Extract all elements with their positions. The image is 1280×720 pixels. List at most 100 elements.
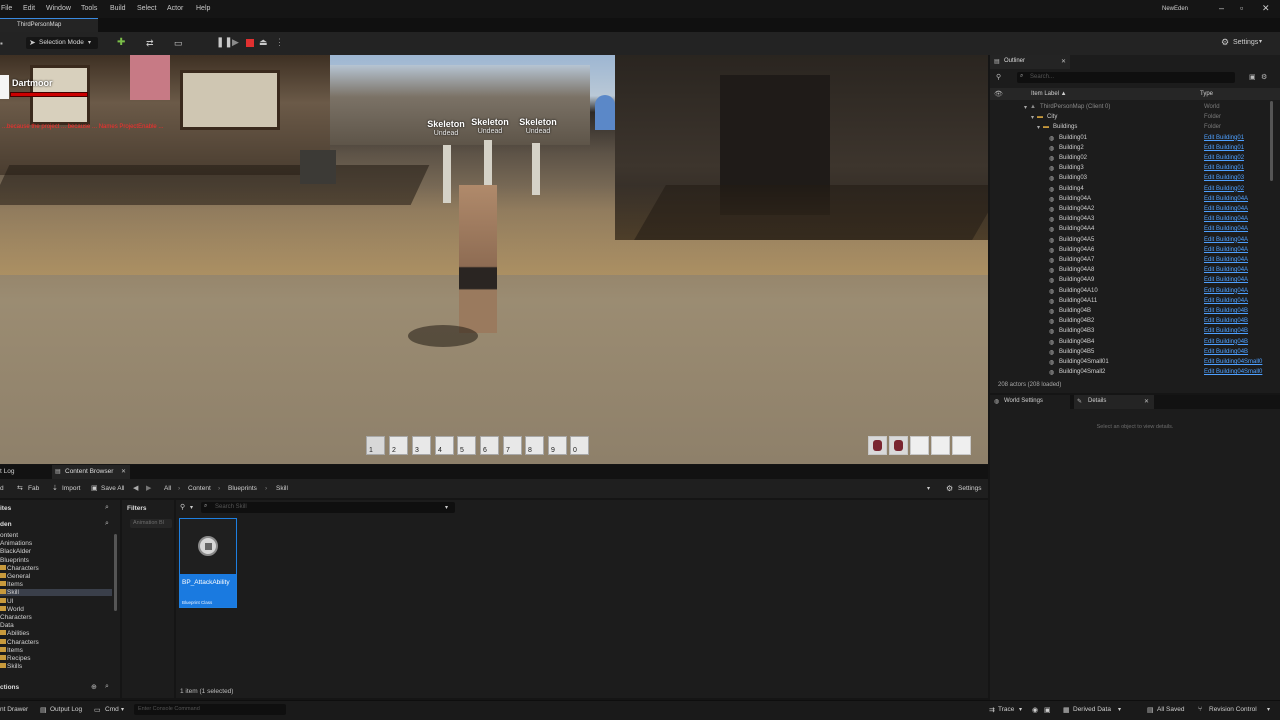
minimize-icon[interactable]: – xyxy=(1219,3,1224,13)
settings-button[interactable]: Settings xyxy=(1233,39,1258,46)
outliner-row[interactable]: ◍ Building04B4 Edit Building04B xyxy=(990,338,1270,348)
edit-building-link[interactable]: Edit Building04Small0 xyxy=(1204,359,1262,365)
favorites-header[interactable]: ites xyxy=(0,505,11,512)
outliner-row[interactable]: ◍ Building04B Edit Building04B xyxy=(990,307,1270,317)
history-back-icon[interactable]: ◀ xyxy=(133,484,138,492)
outliner-row[interactable]: ◍ Building04A6 Edit Building04A xyxy=(990,246,1270,256)
outliner-row[interactable]: ◍ Building3 Edit Building01 xyxy=(990,164,1270,174)
tree-item[interactable]: UI xyxy=(0,597,112,605)
cinematics-icon[interactable]: ▭ xyxy=(174,38,183,49)
edit-building-link[interactable]: Edit Building01 xyxy=(1204,145,1244,151)
add-collection-icon[interactable]: ⊕ xyxy=(91,683,97,691)
tree-item[interactable]: Recipes xyxy=(0,655,112,662)
edit-building-link[interactable]: Edit Building04A xyxy=(1204,206,1248,212)
outliner-row[interactable]: ◍ Building04A10 Edit Building04A xyxy=(990,287,1270,297)
collections-header[interactable]: ctions xyxy=(0,684,19,691)
outliner-row[interactable]: ◍ Building04A9 Edit Building04A xyxy=(990,276,1270,286)
outliner-row[interactable]: ◍ Building01 Edit Building01 xyxy=(990,134,1270,144)
outliner-row[interactable]: ▾ ▬ Buildings Folder xyxy=(990,123,1270,133)
tab-level[interactable]: ThirdPersonMap xyxy=(0,18,98,32)
tree-item[interactable]: Characters xyxy=(0,564,112,572)
ability-slot[interactable] xyxy=(889,436,908,455)
tree-item[interactable]: Items xyxy=(0,581,112,588)
menu-actor[interactable]: Actor xyxy=(167,5,183,12)
ability-slot[interactable] xyxy=(910,436,929,455)
outliner-row[interactable]: ◍ Building04A2 Edit Building04A xyxy=(990,205,1270,215)
cmd-dropdown[interactable]: Cmd xyxy=(105,706,119,713)
edit-building-link[interactable]: Edit Building04B xyxy=(1204,308,1248,314)
menu-help[interactable]: Help xyxy=(196,5,210,12)
outliner-row[interactable]: ◍ Building04A11 Edit Building04A xyxy=(990,297,1270,307)
fab-button[interactable]: Fab xyxy=(28,485,39,492)
hotbar-slot-1[interactable]: 1 xyxy=(366,436,385,455)
breadcrumb-skill[interactable]: Skill xyxy=(276,485,288,492)
filter-icon[interactable]: ⚲ xyxy=(180,503,185,511)
outliner-row[interactable]: ◍ Building04B5 Edit Building04B xyxy=(990,348,1270,358)
selection-mode-dropdown[interactable]: ➤ Selection Mode ▾ xyxy=(26,37,98,49)
outliner-row[interactable]: ◍ Building04A Edit Building04A xyxy=(990,195,1270,205)
edit-building-link[interactable]: Edit Building04A xyxy=(1204,298,1248,304)
menu-select[interactable]: Select xyxy=(137,5,156,12)
tree-scrollbar[interactable] xyxy=(114,534,117,611)
hotbar-slot-8[interactable]: 8 xyxy=(525,436,544,455)
pause-icon[interactable]: ❚❚ xyxy=(216,37,233,48)
breadcrumb-content[interactable]: Content xyxy=(188,485,211,492)
hotbar-slot-4[interactable]: 4 xyxy=(435,436,454,455)
edit-building-link[interactable]: Edit Building03 xyxy=(1204,175,1244,181)
chevron-down-icon[interactable]: ▾ xyxy=(1267,706,1270,713)
outliner-row[interactable]: ◍ Building4 Edit Building02 xyxy=(990,185,1270,195)
tree-item[interactable]: General xyxy=(0,573,112,580)
chevron-down-icon[interactable]: ▾ xyxy=(121,706,124,713)
hotbar-slot-3[interactable]: 3 xyxy=(412,436,431,455)
search-icon[interactable]: ⌕ xyxy=(105,520,109,528)
edit-building-link[interactable]: Edit Building02 xyxy=(1204,155,1244,161)
history-forward-icon[interactable]: ▶ xyxy=(146,484,151,492)
edit-building-link[interactable]: Edit Building04Small0 xyxy=(1204,369,1262,375)
hotbar-slot-6[interactable]: 6 xyxy=(480,436,499,455)
edit-building-link[interactable]: Edit Building04A xyxy=(1204,226,1248,232)
save-icon[interactable]: ▪ xyxy=(0,39,3,48)
settings-gear-icon[interactable]: ⚙ xyxy=(1261,73,1267,81)
edit-building-link[interactable]: Edit Building04B xyxy=(1204,349,1248,355)
hotbar-slot-9[interactable]: 9 xyxy=(548,436,567,455)
cb-settings-button[interactable]: Settings xyxy=(958,485,982,492)
close-icon[interactable]: ✕ xyxy=(1144,398,1149,405)
stop-icon[interactable] xyxy=(246,39,254,47)
breadcrumb-all[interactable]: All xyxy=(164,485,171,492)
project-header[interactable]: den xyxy=(0,521,12,528)
game-viewport[interactable]: Skeleton Undead Skeleton Undead Skeleton… xyxy=(0,55,988,464)
chevron-down-icon[interactable]: ▾ xyxy=(1019,706,1022,713)
trace-button[interactable]: Trace xyxy=(998,706,1014,713)
camera-icon[interactable]: ▣ xyxy=(1044,706,1051,714)
tab-details[interactable]: ✎ Details ✕ xyxy=(1074,395,1154,409)
outliner-row[interactable]: ▾ ▬ City Folder xyxy=(990,113,1270,123)
skeleton-character[interactable] xyxy=(443,145,451,203)
hotbar-slot-2[interactable]: 2 xyxy=(389,436,408,455)
menu-window[interactable]: Window xyxy=(46,5,71,12)
outliner-row[interactable]: ◍ Building04A4 Edit Building04A xyxy=(990,225,1270,235)
breadcrumb-blueprints[interactable]: Blueprints xyxy=(228,485,257,492)
asset-tile[interactable]: BP_AttackAbility Blueprint Class xyxy=(179,518,237,608)
outliner-row[interactable]: ◍ Building02 Edit Building02 xyxy=(990,154,1270,164)
outliner-row[interactable]: ◍ Building04A3 Edit Building04A xyxy=(990,215,1270,225)
all-saved-button[interactable]: All Saved xyxy=(1157,706,1184,713)
player-character[interactable] xyxy=(459,185,497,333)
settings-gear-icon[interactable]: ⚙ xyxy=(1221,37,1229,48)
eject-icon[interactable]: ⏏ xyxy=(259,37,268,48)
tree-item[interactable]: ontent xyxy=(0,532,112,539)
tree-item[interactable]: Animations xyxy=(0,540,112,547)
outliner-row[interactable]: ◍ Building03 Edit Building03 xyxy=(990,174,1270,184)
edit-building-link[interactable]: Edit Building04A xyxy=(1204,277,1248,283)
outliner-row[interactable]: ▾ ▲ ThirdPersonMap (Client 0) World xyxy=(990,103,1270,113)
expand-arrow-icon[interactable]: ▾ xyxy=(1037,124,1040,131)
expand-arrow-icon[interactable]: ▾ xyxy=(1024,104,1027,111)
tree-item[interactable]: Data xyxy=(0,622,112,629)
search-icon[interactable]: ⌕ xyxy=(105,683,109,691)
close-icon[interactable]: ✕ xyxy=(121,468,126,475)
chevron-down-icon[interactable]: ▾ xyxy=(927,485,930,492)
import-button[interactable]: Import xyxy=(62,485,80,492)
edit-building-link[interactable]: Edit Building04B xyxy=(1204,339,1248,345)
revision-control-button[interactable]: Revision Control xyxy=(1209,706,1257,713)
search-icon[interactable]: ⌕ xyxy=(105,504,109,512)
outliner-row[interactable]: ◍ Building04B2 Edit Building04B xyxy=(990,317,1270,327)
